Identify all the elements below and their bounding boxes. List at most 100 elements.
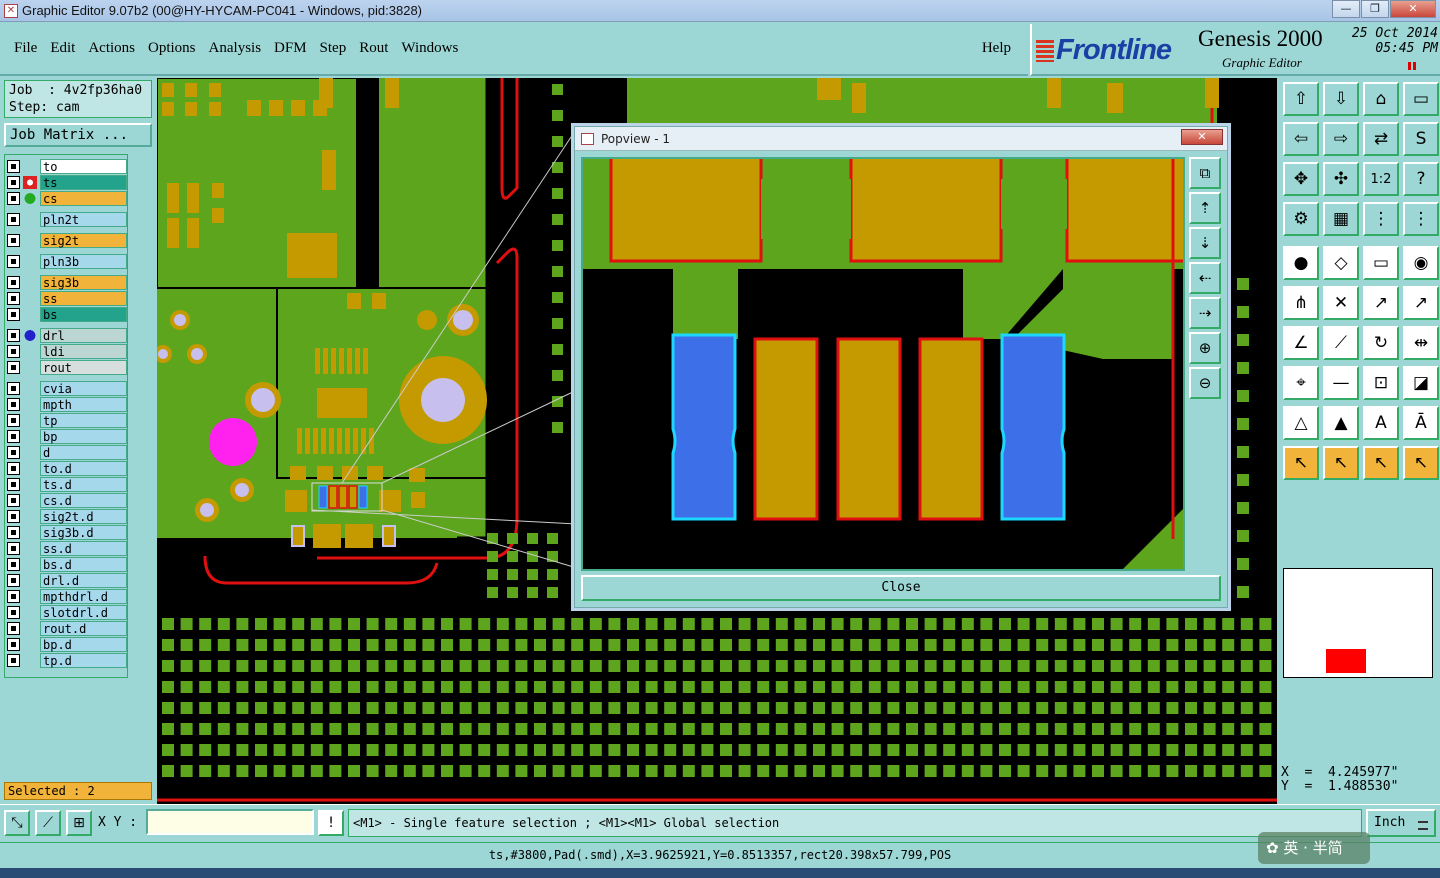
- layer-checkbox[interactable]: [7, 398, 20, 411]
- layer-checkbox[interactable]: [7, 590, 20, 603]
- menu-rout[interactable]: Rout: [359, 40, 388, 57]
- xy-input[interactable]: [146, 809, 314, 835]
- display-layer-icon[interactable]: [23, 329, 37, 342]
- fit-selected-icon[interactable]: ✣: [1323, 162, 1359, 196]
- layer-slot[interactable]: [23, 382, 37, 395]
- layer-name[interactable]: cvia: [40, 381, 127, 396]
- layer-checkbox[interactable]: [7, 654, 20, 667]
- net-icon[interactable]: ⋔: [1283, 286, 1319, 320]
- layer-checkbox[interactable]: [7, 558, 20, 571]
- layer-name[interactable]: sig3b.d: [40, 525, 127, 540]
- layer-name[interactable]: tp: [40, 413, 127, 428]
- add-feature-icon[interactable]: ◪: [1403, 366, 1439, 400]
- layer-name[interactable]: pln2t: [40, 212, 127, 227]
- zoom-down-icon[interactable]: ⇩: [1323, 82, 1359, 116]
- popview-pan-left-icon[interactable]: ⇠: [1189, 262, 1221, 294]
- layer-checkbox[interactable]: [7, 622, 20, 635]
- fit-all-icon[interactable]: ✥: [1283, 162, 1319, 196]
- maximize-button[interactable]: ❐: [1361, 0, 1389, 18]
- layer-checkbox[interactable]: [7, 574, 20, 587]
- home-view-icon[interactable]: ⌂: [1363, 82, 1399, 116]
- menu-edit[interactable]: Edit: [50, 40, 75, 57]
- layer-row-ss-d[interactable]: ss.d: [7, 541, 127, 556]
- menu-actions[interactable]: Actions: [88, 40, 135, 57]
- pointer-multi-icon[interactable]: ↖: [1403, 446, 1439, 480]
- layer-slot[interactable]: [23, 510, 37, 523]
- select-area-icon[interactable]: ◇: [1323, 246, 1359, 280]
- target-icon[interactable]: ◉: [1403, 246, 1439, 280]
- layer-slot[interactable]: [23, 276, 37, 289]
- measure-mode-icon[interactable]: ⟋: [35, 810, 61, 836]
- layer-row-sig3b-d[interactable]: sig3b.d: [7, 525, 127, 540]
- pan-right-icon[interactable]: ⇨: [1323, 122, 1359, 156]
- layer-row-ldi[interactable]: ldi: [7, 344, 127, 359]
- layer-name[interactable]: drl.d: [40, 573, 127, 588]
- layer-slot[interactable]: [23, 414, 37, 427]
- layer-name[interactable]: to: [40, 159, 127, 174]
- select-pad-icon[interactable]: ●: [1283, 246, 1319, 280]
- layer-slot[interactable]: [23, 606, 37, 619]
- layer-checkbox[interactable]: [7, 478, 20, 491]
- layer-row-pln2t[interactable]: pln2t: [7, 212, 127, 227]
- layer-slot[interactable]: [23, 446, 37, 459]
- mirror-icon[interactable]: ⇹: [1403, 326, 1439, 360]
- layer-slot[interactable]: [23, 590, 37, 603]
- popview-canvas[interactable]: [581, 157, 1185, 571]
- layer-name[interactable]: ss.d: [40, 541, 127, 556]
- layer-row-cs-d[interactable]: cs.d: [7, 493, 127, 508]
- popview-close-button[interactable]: Close: [581, 575, 1221, 601]
- layer-slot[interactable]: [23, 345, 37, 358]
- ruler-icon[interactable]: ▭: [1363, 246, 1399, 280]
- pointer-select-icon[interactable]: ↖: [1323, 446, 1359, 480]
- layer-row-ss[interactable]: ss: [7, 291, 127, 306]
- layer-checkbox[interactable]: [7, 255, 20, 268]
- layer-row-sig3b[interactable]: sig3b: [7, 275, 127, 290]
- move-icon[interactable]: ↗: [1363, 286, 1399, 320]
- layer-slot[interactable]: [23, 234, 37, 247]
- layer-name[interactable]: rout: [40, 360, 127, 375]
- layer-slot[interactable]: [23, 622, 37, 635]
- layer-checkbox[interactable]: [7, 606, 20, 619]
- swap-icon[interactable]: ⇄: [1363, 122, 1399, 156]
- snap-grid-icon[interactable]: ⊞: [66, 810, 92, 836]
- layer-row-ts-d[interactable]: ts.d: [7, 477, 127, 492]
- scale-icon[interactable]: 1:2: [1363, 162, 1399, 196]
- layer-checkbox[interactable]: [7, 361, 20, 374]
- menu-file[interactable]: File: [14, 40, 37, 57]
- layer-name[interactable]: to.d: [40, 461, 127, 476]
- layer-checkbox[interactable]: [7, 638, 20, 651]
- layer-slot[interactable]: [23, 574, 37, 587]
- layer-checkbox[interactable]: [7, 292, 20, 305]
- layer-checkbox[interactable]: [7, 494, 20, 507]
- zoom-up-icon[interactable]: ⇧: [1283, 82, 1319, 116]
- window-icon[interactable]: ▭: [1403, 82, 1439, 116]
- select-mode-icon[interactable]: ⤡: [4, 810, 30, 836]
- layer-checkbox[interactable]: [7, 345, 20, 358]
- popview-zoom-fit-icon[interactable]: ⧉: [1189, 157, 1221, 189]
- layer-name[interactable]: sig2t.d: [40, 509, 127, 524]
- minimize-button[interactable]: —: [1332, 0, 1360, 18]
- layer-name[interactable]: mpth: [40, 397, 127, 412]
- layer-row-tp-d[interactable]: tp.d: [7, 653, 127, 668]
- pointer-net-icon[interactable]: ↖: [1363, 446, 1399, 480]
- layers-alt-icon[interactable]: ⋮: [1403, 202, 1439, 236]
- layer-slot[interactable]: [23, 255, 37, 268]
- layer-name[interactable]: cs.d: [40, 493, 127, 508]
- layer-row-drl[interactable]: drl: [7, 328, 127, 343]
- layer-slot[interactable]: [23, 526, 37, 539]
- layer-checkbox[interactable]: [7, 446, 20, 459]
- layer-name[interactable]: tp.d: [40, 653, 127, 668]
- layer-slot[interactable]: [23, 558, 37, 571]
- popview-zoom-in-icon[interactable]: ⊕: [1189, 332, 1221, 364]
- layer-name[interactable]: ts.d: [40, 477, 127, 492]
- layer-checkbox[interactable]: [7, 329, 20, 342]
- layer-checkbox[interactable]: [7, 234, 20, 247]
- layer-name[interactable]: drl: [40, 328, 127, 343]
- layer-row-d[interactable]: d: [7, 445, 127, 460]
- alert-button[interactable]: !: [318, 810, 344, 836]
- layer-checkbox[interactable]: [7, 462, 20, 475]
- layer-name[interactable]: ss: [40, 291, 127, 306]
- layer-checkbox[interactable]: [7, 160, 20, 173]
- job-matrix-button[interactable]: Job Matrix ...: [4, 123, 152, 147]
- close-window-button[interactable]: ✕: [1390, 0, 1436, 18]
